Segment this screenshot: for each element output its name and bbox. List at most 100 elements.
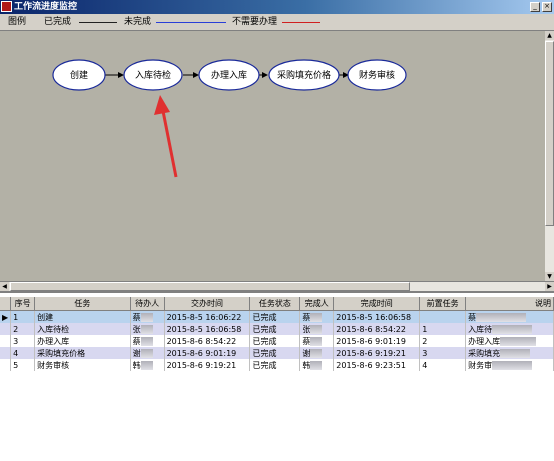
- cell-completed-by: 张: [299, 323, 335, 335]
- cell-completed-by: 蔡: [299, 310, 335, 323]
- table-row[interactable]: ▶ 1 创建 蔡 2015-8-5 16:06:22 已完成 蔡 2015-8-…: [0, 310, 554, 323]
- cell-status: 已完成: [249, 323, 301, 335]
- redaction-mark: [310, 312, 323, 322]
- legend-incomplete-line: [156, 22, 226, 23]
- legend-skipped-label: 不需要办理: [232, 17, 278, 27]
- horizontal-scroll-thumb[interactable]: [10, 282, 410, 291]
- flow-node-inspection[interactable]: 入库待检: [123, 59, 183, 91]
- cell-assigned-time: 2015-8-6 9:19:21: [164, 359, 251, 371]
- cell-predecessor: 1: [419, 323, 467, 335]
- column-header[interactable]: 交办时间: [164, 297, 251, 311]
- workflow-canvas: 创建 入库待检 办理入库 采购填充价格 财务审核: [0, 31, 545, 281]
- table-row[interactable]: 4 采购填充价格 谢 2015-8-6 9:01:19 已完成 谢 2015-8…: [0, 347, 554, 359]
- table-row[interactable]: 2 入库待检 张 2015-8-5 16:06:58 已完成 张 2015-8-…: [0, 323, 554, 335]
- redaction-mark: [310, 348, 323, 358]
- legend-incomplete-label: 未完成: [124, 17, 152, 27]
- redaction-mark: [492, 360, 533, 370]
- cell-seq: 3: [10, 335, 36, 347]
- scroll-left-arrow-icon[interactable]: ◀: [0, 282, 9, 291]
- window-title: 工作流进度监控: [14, 2, 78, 12]
- cell-predecessor: [419, 310, 467, 323]
- legend-skipped-line: [282, 22, 320, 23]
- cell-description: 采购填充: [465, 347, 554, 359]
- cell-status: 已完成: [249, 335, 301, 347]
- flow-node-label: 入库待检: [135, 69, 171, 81]
- redaction-mark: [500, 336, 537, 346]
- legend-label: 图例: [8, 17, 27, 27]
- cell-assignee: 张: [130, 323, 165, 335]
- cell-status: 已完成: [249, 310, 301, 323]
- redaction-mark: [476, 312, 527, 322]
- cell-completed-time: 2015-8-6 8:54:22: [333, 323, 421, 335]
- cell-seq: 2: [10, 323, 36, 335]
- scroll-right-arrow-icon[interactable]: ▶: [545, 282, 554, 291]
- redaction-mark: [140, 312, 153, 322]
- flow-node-create[interactable]: 创建: [52, 59, 106, 91]
- cell-status: 已完成: [249, 359, 301, 371]
- close-button[interactable]: ×: [542, 2, 552, 12]
- table-row[interactable]: 3 办理入库 蔡 2015-8-6 8:54:22 已完成 蔡 2015-8-6…: [0, 335, 554, 347]
- cell-completed-time: 2015-8-5 16:06:58: [333, 310, 421, 323]
- cell-task: 办理入库: [34, 335, 131, 347]
- flow-node-label: 采购填充价格: [277, 69, 331, 81]
- task-grid: 序号 任务 待办人 交办时间 任务状态 完成人 完成时间 前置任务 说明 ▶ 1…: [0, 291, 554, 461]
- cell-assignee: 谢: [130, 347, 165, 359]
- cell-task: 财务审核: [34, 359, 131, 371]
- row-indicator-header: [0, 297, 12, 311]
- cell-completed-time: 2015-8-6 9:01:19: [333, 335, 421, 347]
- flow-node-pricing[interactable]: 采购填充价格: [268, 59, 340, 91]
- redaction-mark: [140, 360, 153, 370]
- task-table: 序号 任务 待办人 交办时间 任务状态 完成人 完成时间 前置任务 说明 ▶ 1…: [0, 297, 554, 371]
- column-header[interactable]: 任务: [34, 297, 131, 311]
- cell-assignee: 蔡: [130, 310, 165, 323]
- cell-task: 入库待检: [34, 323, 131, 335]
- flow-node-warehousing[interactable]: 办理入库: [198, 59, 260, 91]
- vertical-scrollbar[interactable]: ▲ ▼: [545, 31, 554, 281]
- cell-assigned-time: 2015-8-5 16:06:22: [164, 310, 251, 323]
- app-icon: [1, 1, 12, 12]
- redaction-mark: [310, 324, 323, 334]
- cell-assigned-time: 2015-8-6 8:54:22: [164, 335, 251, 347]
- flow-node-finance-review[interactable]: 财务审核: [347, 59, 407, 91]
- column-header[interactable]: 任务状态: [249, 297, 301, 311]
- scroll-up-arrow-icon[interactable]: ▲: [545, 31, 554, 40]
- column-header[interactable]: 完成人: [299, 297, 335, 311]
- cell-assigned-time: 2015-8-6 9:01:19: [164, 347, 251, 359]
- cell-description: 财务审: [465, 359, 554, 371]
- column-header[interactable]: 待办人: [130, 297, 165, 311]
- column-header[interactable]: 序号: [10, 297, 36, 311]
- cell-task: 创建: [34, 310, 131, 323]
- cell-description: 入库待: [465, 323, 554, 335]
- cell-status: 已完成: [249, 347, 301, 359]
- redaction-mark: [310, 336, 323, 346]
- legend-completed-label: 已完成: [44, 17, 72, 27]
- horizontal-scrollbar[interactable]: ◀ ▶: [0, 281, 554, 291]
- cell-predecessor: 2: [419, 335, 467, 347]
- cell-seq: 4: [10, 347, 36, 359]
- cell-assignee: 蔡: [130, 335, 165, 347]
- scroll-down-arrow-icon[interactable]: ▼: [545, 272, 554, 281]
- cell-completed-time: 2015-8-6 9:23:51: [333, 359, 421, 371]
- cell-assigned-time: 2015-8-5 16:06:58: [164, 323, 251, 335]
- table-row[interactable]: 5 财务审核 韩 2015-8-6 9:19:21 已完成 韩 2015-8-6…: [0, 359, 554, 371]
- cell-description: 办理入库: [465, 335, 554, 347]
- legend-bar: 图例 已完成 未完成 不需要办理: [0, 14, 554, 31]
- legend-completed-line: [79, 22, 117, 23]
- redaction-mark: [140, 324, 153, 334]
- cell-seq: 1: [10, 310, 36, 323]
- cell-description: 蔡: [465, 310, 554, 323]
- redaction-mark: [500, 348, 531, 358]
- cell-task: 采购填充价格: [34, 347, 131, 359]
- column-header[interactable]: 完成时间: [333, 297, 421, 311]
- minimize-button[interactable]: _: [530, 2, 540, 12]
- flow-node-label: 财务审核: [359, 69, 395, 81]
- row-indicator-icon: ▶: [0, 310, 12, 323]
- workflow-diagram: 创建 入库待检 办理入库 采购填充价格 财务审核: [52, 59, 407, 178]
- redaction-mark: [310, 360, 323, 370]
- vertical-scroll-thumb[interactable]: [545, 41, 554, 226]
- column-header[interactable]: 说明: [465, 297, 554, 311]
- cell-completed-by: 谢: [299, 347, 335, 359]
- annotation-arrow: [154, 95, 178, 178]
- column-header[interactable]: 前置任务: [419, 297, 467, 311]
- redaction-mark: [140, 336, 153, 346]
